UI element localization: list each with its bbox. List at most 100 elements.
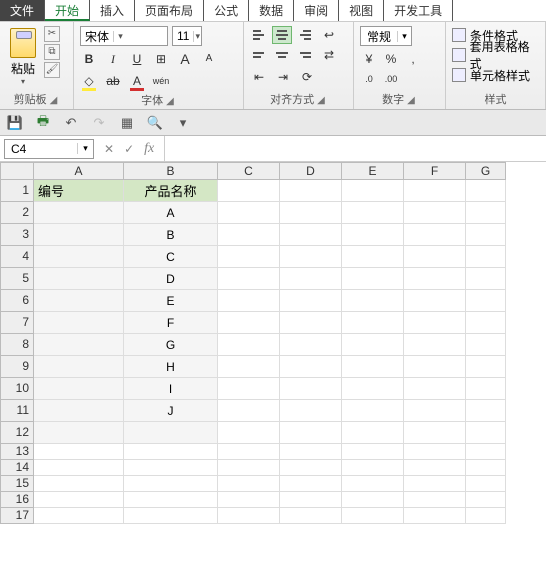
cell[interactable] — [34, 290, 124, 312]
cell[interactable] — [466, 422, 506, 444]
number-format-combo[interactable]: 常规▾ — [360, 26, 412, 46]
cell[interactable] — [466, 334, 506, 356]
tab-review[interactable]: 审阅 — [294, 0, 339, 21]
cell[interactable] — [404, 400, 466, 422]
tab-insert[interactable]: 插入 — [90, 0, 135, 21]
cell[interactable] — [404, 290, 466, 312]
tab-formula[interactable]: 公式 — [204, 0, 249, 21]
cell[interactable] — [218, 444, 280, 460]
select-all-corner[interactable] — [0, 162, 34, 180]
cell[interactable] — [124, 422, 218, 444]
cell[interactable] — [34, 356, 124, 378]
cell[interactable] — [218, 246, 280, 268]
row-header[interactable]: 5 — [0, 268, 34, 290]
preview-icon[interactable]: 🔍 — [146, 114, 164, 132]
cell[interactable] — [280, 476, 342, 492]
cell[interactable] — [280, 290, 342, 312]
cell[interactable] — [34, 334, 124, 356]
cell[interactable] — [124, 444, 218, 460]
cell[interactable] — [34, 508, 124, 524]
italic-button[interactable]: I — [104, 50, 122, 68]
cell[interactable] — [34, 224, 124, 246]
name-box[interactable]: C4 ▾ — [4, 139, 94, 159]
cell[interactable]: H — [124, 356, 218, 378]
cell[interactable] — [342, 400, 404, 422]
cell[interactable] — [466, 508, 506, 524]
row-header[interactable]: 8 — [0, 334, 34, 356]
paste-button[interactable]: 粘贴 ▾ — [6, 26, 40, 86]
cell[interactable] — [342, 334, 404, 356]
cell[interactable] — [466, 400, 506, 422]
align-top-right[interactable] — [294, 26, 314, 44]
cell[interactable] — [124, 476, 218, 492]
cell[interactable] — [218, 508, 280, 524]
cell[interactable] — [404, 460, 466, 476]
cell[interactable] — [218, 460, 280, 476]
cell[interactable] — [218, 312, 280, 334]
underline-button[interactable]: U — [128, 50, 146, 68]
align-top-left[interactable] — [250, 26, 270, 44]
row-header[interactable]: 6 — [0, 290, 34, 312]
cell[interactable] — [404, 224, 466, 246]
cell[interactable] — [404, 180, 466, 202]
cell[interactable] — [466, 476, 506, 492]
row-header[interactable]: 10 — [0, 378, 34, 400]
cell[interactable] — [342, 356, 404, 378]
currency-button[interactable]: ¥ — [360, 50, 378, 68]
col-header-E[interactable]: E — [342, 162, 404, 180]
orientation-button[interactable]: ⟳ — [298, 68, 316, 86]
cell[interactable] — [404, 268, 466, 290]
row-header[interactable]: 13 — [0, 444, 34, 460]
shrink-font-button[interactable]: A — [200, 50, 218, 68]
fx-icon[interactable]: fx — [144, 141, 154, 157]
cell[interactable] — [342, 422, 404, 444]
row-header[interactable]: 11 — [0, 400, 34, 422]
cell[interactable] — [280, 422, 342, 444]
cell[interactable]: E — [124, 290, 218, 312]
cell[interactable]: B — [124, 224, 218, 246]
cell[interactable] — [404, 334, 466, 356]
tab-layout[interactable]: 页面布局 — [135, 0, 204, 21]
bold-button[interactable]: B — [80, 50, 98, 68]
cell[interactable] — [342, 180, 404, 202]
border-button[interactable]: ⊞ — [152, 50, 170, 68]
row-header[interactable]: 14 — [0, 460, 34, 476]
cell-style-button[interactable]: 单元格样式 — [452, 66, 539, 84]
cell[interactable] — [466, 444, 506, 460]
cell[interactable] — [218, 492, 280, 508]
cell[interactable] — [342, 202, 404, 224]
cell[interactable] — [34, 476, 124, 492]
cell[interactable]: D — [124, 268, 218, 290]
cell[interactable] — [218, 356, 280, 378]
cell[interactable] — [218, 334, 280, 356]
cell[interactable] — [218, 180, 280, 202]
cancel-formula-icon[interactable]: ✕ — [104, 142, 114, 156]
cell[interactable]: A — [124, 202, 218, 224]
cell[interactable]: I — [124, 378, 218, 400]
cell[interactable] — [342, 444, 404, 460]
font-color-button[interactable]: A — [128, 72, 146, 90]
align-bot-center[interactable] — [272, 46, 292, 64]
cell[interactable] — [218, 400, 280, 422]
align-bot-left[interactable] — [250, 46, 270, 64]
cell[interactable] — [466, 312, 506, 334]
grow-font-button[interactable]: A — [176, 50, 194, 68]
cell[interactable] — [280, 246, 342, 268]
cell[interactable] — [218, 224, 280, 246]
tab-home[interactable]: 开始 — [45, 0, 90, 21]
format-painter-icon[interactable]: 🖌 — [44, 62, 60, 78]
cell[interactable] — [218, 422, 280, 444]
copy-icon[interactable]: ⧉ — [44, 44, 60, 60]
cell[interactable] — [404, 378, 466, 400]
row-header[interactable]: 16 — [0, 492, 34, 508]
col-header-F[interactable]: F — [404, 162, 466, 180]
wrap-text-button[interactable]: ↩ — [320, 26, 338, 44]
font-size-combo[interactable]: 11▾ — [172, 26, 202, 46]
cell[interactable] — [34, 202, 124, 224]
cell[interactable] — [342, 492, 404, 508]
cell[interactable] — [218, 378, 280, 400]
cell[interactable] — [466, 268, 506, 290]
col-header-G[interactable]: G — [466, 162, 506, 180]
page-icon[interactable]: ▦ — [118, 114, 136, 132]
cell[interactable] — [404, 422, 466, 444]
